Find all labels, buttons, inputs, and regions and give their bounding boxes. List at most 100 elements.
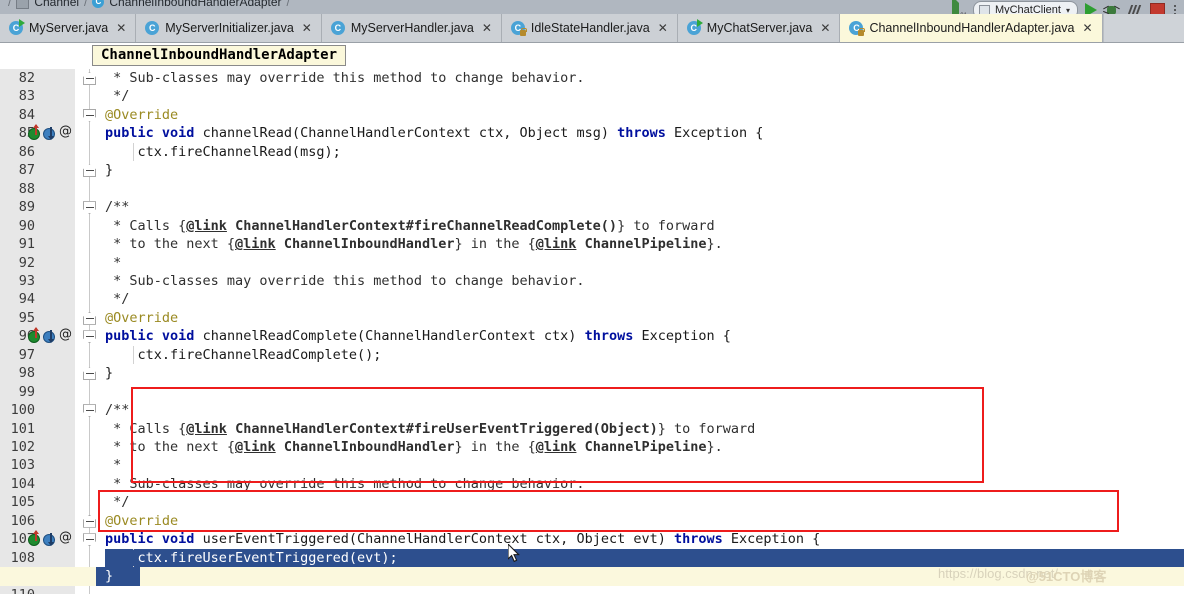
- code-line[interactable]: @Override: [105, 513, 178, 529]
- gutter-row[interactable]: 97: [0, 346, 75, 364]
- breadcrumb-separator: /: [286, 0, 290, 9]
- code-folding-column[interactable]: [75, 69, 105, 594]
- fold-region-start-icon[interactable]: [83, 108, 96, 122]
- gutter-row[interactable]: 92: [0, 254, 75, 272]
- gutter-row[interactable]: 107 @: [0, 529, 75, 548]
- tab-idlestatehandler[interactable]: C IdleStateHandler.java ✕: [501, 14, 678, 42]
- code-line[interactable]: public void channelReadComplete(ChannelH…: [105, 328, 731, 344]
- implementing-method-icon[interactable]: [43, 532, 55, 546]
- code-line[interactable]: */: [105, 291, 129, 307]
- code-line[interactable]: ctx.fireChannelReadComplete();: [105, 347, 382, 363]
- annotation-icon[interactable]: @: [59, 531, 72, 544]
- gutter-row[interactable]: 102: [0, 438, 75, 456]
- gutter-row[interactable]: 85 @: [0, 123, 75, 142]
- code-line[interactable]: */: [105, 494, 129, 510]
- fold-region-start-icon[interactable]: [83, 201, 96, 215]
- gutter-row[interactable]: 110: [0, 586, 75, 594]
- close-icon[interactable]: ✕: [116, 21, 126, 35]
- file-icon: [16, 0, 30, 9]
- code-line[interactable]: @Override: [105, 310, 178, 326]
- close-icon[interactable]: ✕: [302, 21, 312, 35]
- code-line[interactable]: }: [105, 162, 113, 178]
- code-line[interactable]: }: [105, 365, 113, 381]
- annotation-icon[interactable]: @: [59, 328, 72, 341]
- fold-region-start-icon[interactable]: [83, 330, 96, 344]
- gutter-row[interactable]: 84: [0, 106, 75, 124]
- gutter-row[interactable]: 89: [0, 198, 75, 216]
- gutter-row[interactable]: 90: [0, 217, 75, 235]
- gutter-row[interactable]: 88: [0, 180, 75, 198]
- close-icon[interactable]: ✕: [658, 21, 668, 35]
- tab-myserver[interactable]: C MyServer.java ✕: [0, 14, 137, 42]
- annotation-icon[interactable]: @: [59, 125, 72, 138]
- fold-region-end-icon[interactable]: [83, 514, 96, 528]
- gutter-row[interactable]: 83: [0, 87, 75, 105]
- close-icon[interactable]: ✕: [482, 21, 492, 35]
- code-line[interactable]: * to the next {@link ChannelInboundHandl…: [105, 236, 723, 252]
- line-number: 83: [18, 88, 35, 105]
- code-line[interactable]: ctx.fireUserEventTriggered(evt);: [105, 549, 398, 566]
- overriding-method-icon[interactable]: [28, 123, 40, 140]
- close-icon[interactable]: ✕: [820, 21, 830, 35]
- gutter-row[interactable]: 95: [0, 309, 75, 327]
- java-class-locked-icon: C: [849, 21, 866, 36]
- code-line[interactable]: /**: [105, 199, 129, 215]
- code-line[interactable]: /**: [105, 402, 129, 418]
- gutter-row[interactable]: 91: [0, 235, 75, 253]
- editor-gutter[interactable]: 82 83 84 85 @86 87 88 89 90 91 92 93 94 95 96 @97 98 99 10…: [0, 69, 75, 594]
- code-line[interactable]: * Calls {@link ChannelHandlerContext#fir…: [105, 421, 755, 437]
- gutter-markers[interactable]: @: [28, 529, 72, 546]
- overriding-method-icon[interactable]: [28, 529, 40, 546]
- tab-myserverinitializer[interactable]: C MyServerInitializer.java ✕: [136, 14, 322, 42]
- gutter-row[interactable]: 100: [0, 401, 75, 419]
- gutter-row[interactable]: 104: [0, 475, 75, 493]
- gutter-row[interactable]: 103: [0, 456, 75, 474]
- tab-mychatserver[interactable]: C MyChatServer.java ✕: [677, 14, 841, 42]
- code-line[interactable]: *: [105, 457, 121, 473]
- gutter-row[interactable]: 94: [0, 290, 75, 308]
- gutter-markers[interactable]: @: [28, 326, 72, 343]
- code-line[interactable]: ctx.fireChannelRead(msg);: [105, 144, 341, 160]
- implementing-method-icon[interactable]: [43, 329, 55, 343]
- gutter-row[interactable]: 106: [0, 512, 75, 530]
- gutter-row[interactable]: 101: [0, 420, 75, 438]
- code-line[interactable]: * Sub-classes may override this method t…: [105, 273, 584, 289]
- overriding-method-icon[interactable]: [28, 326, 40, 343]
- implementing-method-icon[interactable]: [43, 126, 55, 140]
- gutter-row[interactable]: 86: [0, 143, 75, 161]
- gutter-row[interactable]: 108: [0, 549, 75, 567]
- gutter-row[interactable]: 99: [0, 383, 75, 401]
- code-line[interactable]: * Sub-classes may override this method t…: [105, 70, 584, 86]
- fold-region-start-icon[interactable]: [83, 533, 96, 547]
- fold-region-end-icon[interactable]: [83, 367, 96, 381]
- code-editor[interactable]: 82 83 84 85 @86 87 88 89 90 91 92 93 94 95 96 @97 98 99 10…: [0, 69, 1184, 594]
- sticky-class-name[interactable]: ChannelInboundHandlerAdapter: [92, 45, 347, 66]
- tab-channelinboundhandleradapter[interactable]: C ChannelInboundHandlerAdapter.java ✕: [840, 14, 1103, 42]
- fold-region-start-icon[interactable]: [83, 404, 96, 418]
- tab-myserverhandler[interactable]: C MyServerHandler.java ✕: [321, 14, 502, 42]
- code-line[interactable]: }: [105, 568, 114, 585]
- gutter-row[interactable]: 98: [0, 364, 75, 382]
- gutter-row[interactable]: 96 @: [0, 326, 75, 345]
- fold-region-end-icon[interactable]: [83, 311, 96, 325]
- gutter-row[interactable]: 93: [0, 272, 75, 290]
- breadcrumb-item-adapter[interactable]: ChannelInboundHandlerAdapter: [109, 0, 281, 9]
- gutter-markers[interactable]: @: [28, 123, 72, 140]
- code-line[interactable]: public void channelRead(ChannelHandlerCo…: [105, 125, 763, 141]
- code-content[interactable]: * Sub-classes may override this method t…: [0, 69, 1184, 594]
- code-line[interactable]: * to the next {@link ChannelInboundHandl…: [105, 439, 723, 455]
- gutter-row[interactable]: 82: [0, 69, 75, 87]
- code-line[interactable]: public void userEventTriggered(ChannelHa…: [105, 531, 820, 547]
- code-line[interactable]: * Sub-classes may override this method t…: [105, 476, 584, 492]
- code-line[interactable]: * Calls {@link ChannelHandlerContext#fir…: [105, 218, 715, 234]
- code-line[interactable]: @Override: [105, 107, 178, 123]
- fold-region-end-icon[interactable]: [83, 164, 96, 178]
- gutter-row[interactable]: 87: [0, 161, 75, 179]
- breadcrumb-item-channel[interactable]: Channel: [34, 0, 79, 9]
- code-line[interactable]: */: [105, 88, 129, 104]
- code-line[interactable]: *: [105, 255, 121, 271]
- close-icon[interactable]: ✕: [1082, 21, 1092, 35]
- sticky-class-header: ChannelInboundHandlerAdapter: [0, 43, 1184, 70]
- gutter-row[interactable]: 105: [0, 493, 75, 511]
- fold-region-end-icon[interactable]: [83, 72, 96, 85]
